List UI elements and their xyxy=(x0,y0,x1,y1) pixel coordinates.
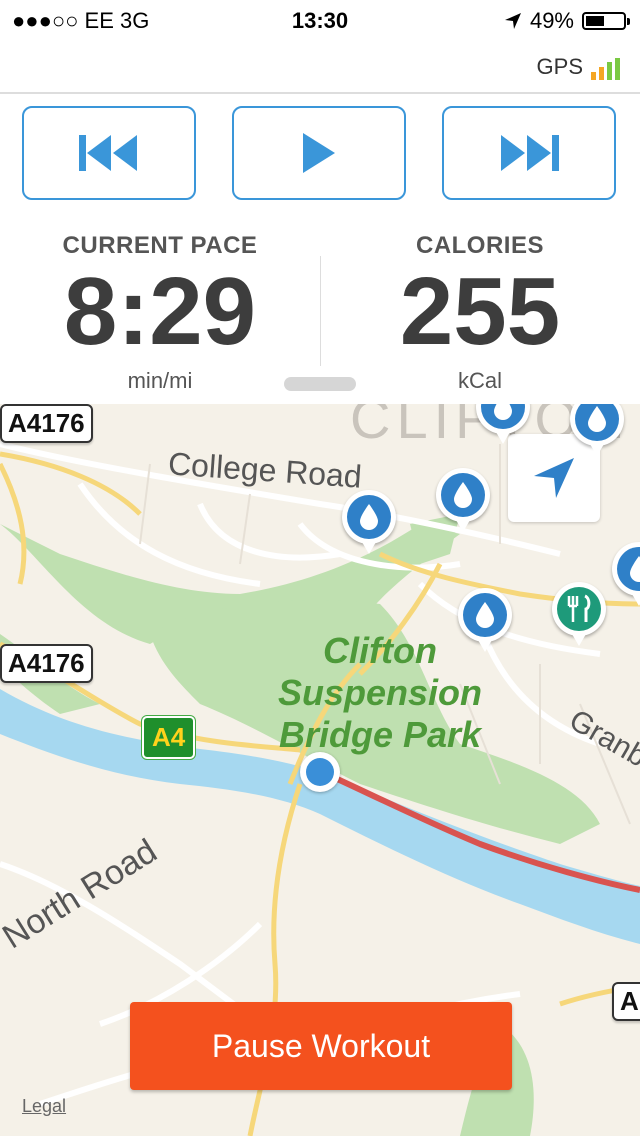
park-label-line3: Bridge Park xyxy=(278,714,482,755)
pace-label: CURRENT PACE xyxy=(62,232,258,259)
gps-signal-icon xyxy=(591,58,620,80)
water-drop-icon xyxy=(441,473,485,517)
map-label-park: Clifton Suspension Bridge Park xyxy=(250,630,510,756)
next-button[interactable] xyxy=(442,106,616,200)
header-divider xyxy=(0,92,640,94)
water-drop-icon xyxy=(463,593,507,637)
park-label-line2: Suspension xyxy=(277,672,483,713)
calories-value: 255 xyxy=(399,258,561,365)
water-drop-icon xyxy=(481,404,525,429)
location-arrow-icon xyxy=(534,458,574,498)
map-pin-water[interactable] xyxy=(342,490,396,554)
previous-button[interactable] xyxy=(22,106,196,200)
calories-unit: kCal xyxy=(457,368,502,393)
road-shield-a-right: A xyxy=(612,982,640,1021)
map-pin-water[interactable] xyxy=(436,468,490,532)
play-icon xyxy=(303,133,335,173)
pace-unit: min/mi xyxy=(127,368,193,393)
drawer-handle[interactable] xyxy=(284,377,356,391)
gps-label: GPS xyxy=(536,54,583,79)
water-drop-icon xyxy=(347,495,391,539)
pause-workout-button[interactable]: Pause Workout xyxy=(130,1002,512,1090)
map-pin-water[interactable] xyxy=(458,588,512,652)
play-button[interactable] xyxy=(232,106,406,200)
fork-knife-icon xyxy=(557,587,601,631)
calories-stat: CALORIES 255 kCal xyxy=(320,232,640,394)
road-shield-a4: A4 xyxy=(142,716,196,759)
pace-stat: CURRENT PACE 8:29 min/mi xyxy=(0,232,320,394)
water-drop-icon xyxy=(575,404,619,441)
water-drop-icon xyxy=(617,547,640,591)
skip-previous-icon xyxy=(79,135,137,171)
map-pin-food[interactable] xyxy=(552,582,606,646)
road-shield-a4176: A4176 xyxy=(0,644,93,683)
map-view[interactable]: CLIFTON College Road North Road Granb Cl… xyxy=(0,404,640,1136)
pace-value: 8:29 xyxy=(63,258,257,365)
gps-indicator: GPS xyxy=(537,54,620,80)
skip-next-icon xyxy=(501,135,559,171)
legal-link[interactable]: Legal xyxy=(22,1096,66,1117)
status-bar: ●●●○○ EE 3G 13:30 49% xyxy=(0,0,640,42)
current-location-dot xyxy=(300,752,340,792)
road-shield-a4176-top: A4176 xyxy=(0,404,93,443)
battery-percent: 49% xyxy=(529,8,574,33)
battery-icon xyxy=(582,12,630,30)
location-arrow-icon xyxy=(504,13,521,29)
status-right: 49% xyxy=(504,8,630,34)
calories-label: CALORIES xyxy=(415,232,544,259)
locate-me-button[interactable] xyxy=(508,434,600,522)
